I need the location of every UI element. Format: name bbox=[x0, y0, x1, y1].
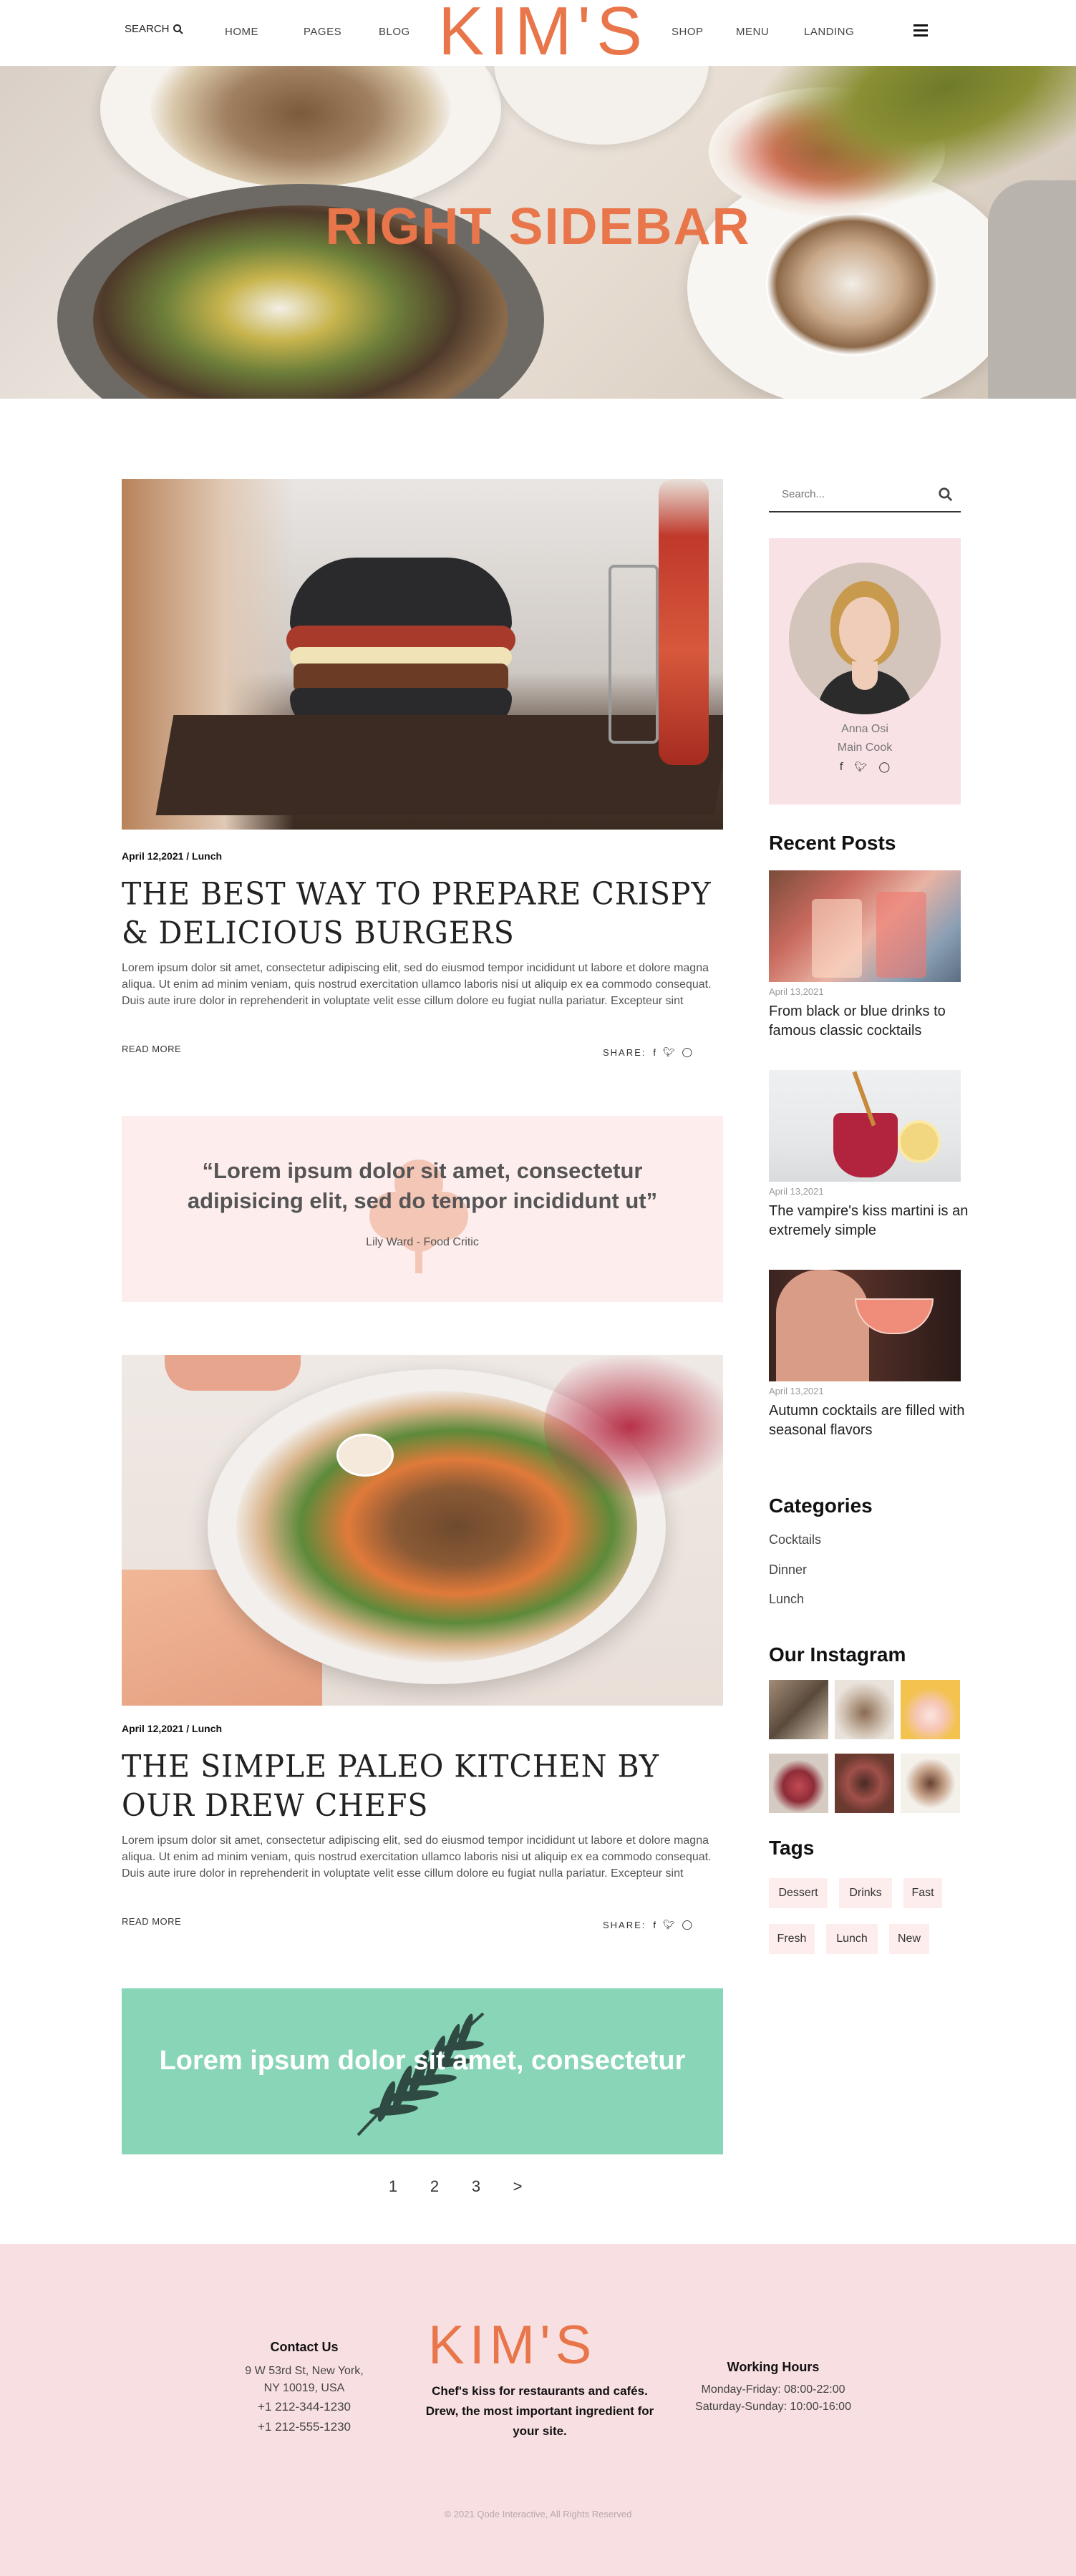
instagram-thumbnail[interactable] bbox=[835, 1680, 894, 1739]
hero-banner: RIGHT SIDEBAR bbox=[0, 66, 1076, 399]
instagram-thumbnail[interactable] bbox=[901, 1754, 960, 1813]
recent-post-title[interactable]: Autumn cocktails are filled with seasona… bbox=[769, 1401, 969, 1440]
header-search-label: SEARCH bbox=[125, 23, 170, 35]
post-meta[interactable]: April 12,2021 / Lunch bbox=[122, 850, 222, 862]
tag-link[interactable]: New bbox=[889, 1924, 929, 1954]
category-link[interactable]: Cocktails bbox=[769, 1532, 821, 1547]
pagination: 1 2 3 > bbox=[372, 2177, 538, 2196]
hours-line: Saturday-Sunday: 10:00-16:00 bbox=[695, 2401, 851, 2413]
author-name: Anna Osi bbox=[841, 723, 888, 735]
recent-post-title[interactable]: From black or blue drinks to famous clas… bbox=[769, 1002, 969, 1041]
twitter-icon[interactable]: 🐦︎ bbox=[855, 762, 868, 773]
tag-link[interactable]: Fast bbox=[903, 1878, 942, 1908]
share-bar: SHARE: f 🐦︎ ◯ bbox=[603, 1046, 692, 1058]
nav-menu[interactable]: MENU bbox=[736, 26, 769, 38]
link-post-text: Lorem ipsum dolor sit amet, consectetur bbox=[159, 2046, 686, 2076]
post-excerpt: Lorem ipsum dolor sit amet, consectetur … bbox=[122, 962, 712, 1007]
next-page-link[interactable]: > bbox=[497, 2177, 538, 2196]
author-social: f 🐦︎ ◯ bbox=[769, 762, 961, 773]
link-post[interactable]: Lorem ipsum dolor sit amet, consectetur bbox=[122, 1988, 723, 2154]
author-role: Main Cook bbox=[837, 742, 893, 754]
post-excerpt: Lorem ipsum dolor sit amet, consectetur … bbox=[122, 1834, 712, 1880]
copyright: © 2021 Qode Interactive, All Rights Rese… bbox=[444, 2509, 632, 2519]
page-1-link[interactable]: 1 bbox=[372, 2177, 414, 2196]
recent-post-title[interactable]: The vampire's kiss martini is an extreme… bbox=[769, 1202, 969, 1240]
categories-heading: Categories bbox=[769, 1494, 873, 1517]
hours-line: Monday-Friday: 08:00-22:00 bbox=[701, 2383, 845, 2396]
nav-pages[interactable]: PAGES bbox=[304, 26, 341, 38]
instagram-icon[interactable]: ◯ bbox=[879, 762, 891, 773]
footer-logo[interactable]: KIM'S bbox=[428, 2318, 596, 2373]
nav-shop[interactable]: SHOP bbox=[672, 26, 704, 38]
site-logo[interactable]: KIM'S bbox=[438, 0, 648, 66]
contact-phone[interactable]: +1 212-555-1230 bbox=[222, 2419, 387, 2436]
instagram-icon[interactable]: ◯ bbox=[682, 1046, 693, 1058]
nav-blog[interactable]: BLOG bbox=[379, 26, 410, 38]
tags-heading: Tags bbox=[769, 1837, 815, 1859]
recent-posts-heading: Recent Posts bbox=[769, 832, 896, 854]
category-link[interactable]: Lunch bbox=[769, 1592, 804, 1607]
post-title[interactable]: THE SIMPLE PALEO KITCHEN BY OUR DREW CHE… bbox=[122, 1746, 723, 1824]
author-card: Anna Osi Main Cook f 🐦︎ ◯ bbox=[769, 538, 961, 805]
share-label: SHARE: bbox=[603, 1919, 646, 1930]
instagram-thumbnail[interactable] bbox=[769, 1680, 828, 1739]
post-image[interactable] bbox=[122, 1355, 723, 1706]
contact-address-line: NY 10019, USA bbox=[263, 2382, 345, 2394]
instagram-thumbnail[interactable] bbox=[901, 1680, 960, 1739]
recent-post-image[interactable] bbox=[769, 1270, 961, 1381]
facebook-icon[interactable]: f bbox=[840, 762, 843, 773]
contact-address-line: 9 W 53rd St, New York, bbox=[245, 2365, 364, 2377]
post-title[interactable]: THE BEST WAY TO PREPARE CRISPY & DELICIO… bbox=[122, 874, 723, 952]
instagram-thumbnail[interactable] bbox=[769, 1754, 828, 1813]
search-icon[interactable] bbox=[938, 487, 954, 502]
hamburger-menu-icon[interactable] bbox=[913, 24, 928, 37]
contact-phone[interactable]: +1 212-344-1230 bbox=[222, 2398, 387, 2416]
tag-link[interactable]: Drinks bbox=[839, 1878, 892, 1908]
read-more-link[interactable]: READ MORE bbox=[122, 1044, 181, 1054]
nav-home[interactable]: HOME bbox=[225, 26, 258, 38]
header-search-button[interactable]: SEARCH bbox=[125, 23, 184, 35]
post-image[interactable] bbox=[122, 479, 723, 830]
author-photo bbox=[789, 563, 941, 714]
twitter-icon[interactable]: 🐦︎ bbox=[663, 1046, 675, 1058]
quote-author: Lily Ward - Food Critic bbox=[366, 1236, 479, 1248]
recent-post-image[interactable] bbox=[769, 1070, 961, 1182]
read-more-link[interactable]: READ MORE bbox=[122, 1916, 181, 1927]
site-header: SEARCH HOME PAGES BLOG KIM'S SHOP MENU L… bbox=[0, 0, 1076, 66]
twitter-icon[interactable]: 🐦︎ bbox=[663, 1919, 675, 1930]
recent-post-image[interactable] bbox=[769, 870, 961, 982]
search-icon bbox=[173, 24, 183, 34]
footer-tagline: Chef's kiss for restaurants and cafés. D… bbox=[425, 2384, 654, 2438]
facebook-icon[interactable]: f bbox=[653, 1920, 656, 1930]
contact-heading: Contact Us bbox=[270, 2340, 339, 2354]
search-input[interactable] bbox=[769, 478, 934, 510]
instagram-icon[interactable]: ◯ bbox=[682, 1919, 693, 1930]
tag-link[interactable]: Dessert bbox=[769, 1878, 828, 1908]
recent-post-date: April 13,2021 bbox=[769, 1386, 824, 1396]
post-meta[interactable]: April 12,2021 / Lunch bbox=[122, 1723, 222, 1734]
instagram-heading: Our Instagram bbox=[769, 1643, 906, 1666]
recent-post-date: April 13,2021 bbox=[769, 1186, 824, 1197]
page-3-link[interactable]: 3 bbox=[455, 2177, 497, 2196]
instagram-thumbnail[interactable] bbox=[835, 1754, 894, 1813]
page-title: RIGHT SIDEBAR bbox=[325, 198, 751, 256]
category-link[interactable]: Dinner bbox=[769, 1562, 807, 1578]
share-bar: SHARE: f 🐦︎ ◯ bbox=[603, 1919, 692, 1930]
tag-link[interactable]: Lunch bbox=[826, 1924, 878, 1954]
quote-post[interactable]: “Lorem ipsum dolor sit amet, consectetur… bbox=[122, 1116, 723, 1302]
site-footer: Contact Us 9 W 53rd St, New York, NY 100… bbox=[0, 2244, 1076, 2576]
nav-landing[interactable]: LANDING bbox=[804, 26, 854, 38]
sidebar-search bbox=[769, 478, 961, 512]
page-2-link[interactable]: 2 bbox=[414, 2177, 455, 2196]
quote-text: “Lorem ipsum dolor sit amet, consectetur… bbox=[187, 1158, 658, 1213]
tag-link[interactable]: Fresh bbox=[769, 1924, 815, 1954]
recent-post-date: April 13,2021 bbox=[769, 986, 824, 997]
facebook-icon[interactable]: f bbox=[653, 1047, 656, 1058]
share-label: SHARE: bbox=[603, 1046, 646, 1058]
hours-heading: Working Hours bbox=[727, 2360, 820, 2374]
